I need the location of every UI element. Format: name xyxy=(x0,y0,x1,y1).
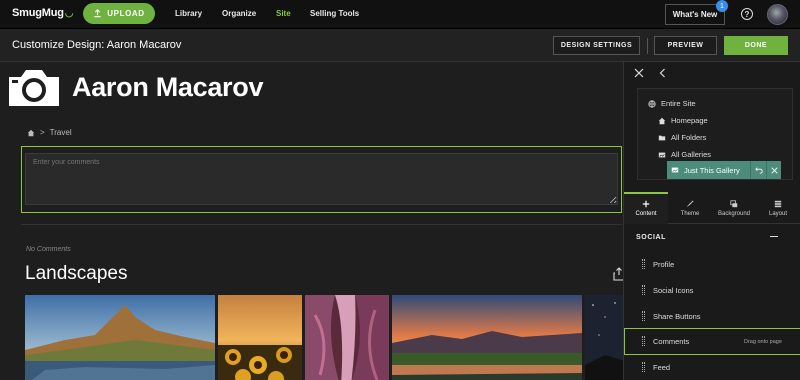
gallery-photo[interactable] xyxy=(218,295,302,380)
canyon-photo xyxy=(305,295,389,380)
customize-design-bar: Customize Design: Aaron Macarov DESIGN S… xyxy=(0,29,800,62)
done-button[interactable]: DONE xyxy=(724,36,788,55)
camera-icon xyxy=(9,70,59,106)
customize-title: Customize Design: Aaron Macarov xyxy=(12,39,182,51)
drag-handle-icon[interactable] xyxy=(642,311,645,321)
drag-handle-icon[interactable] xyxy=(642,362,645,372)
home-icon[interactable] xyxy=(27,129,35,137)
gallery-photo[interactable] xyxy=(392,295,582,380)
scope-all-folders[interactable]: All Folders xyxy=(658,133,706,142)
customize-panel: Entire Site Homepage All Folders All Gal… xyxy=(623,62,800,380)
nav-link-library[interactable]: Library xyxy=(175,9,202,18)
upload-icon xyxy=(94,9,101,18)
globe-icon xyxy=(648,99,656,108)
widget-feed[interactable]: Feed xyxy=(642,357,792,377)
tab-layout[interactable]: Layout xyxy=(756,192,800,224)
brush-icon xyxy=(686,199,694,207)
sunset-meadow-photo xyxy=(392,295,582,380)
no-comments-text: No Comments xyxy=(26,246,71,253)
breadcrumb-separator: > xyxy=(40,128,45,137)
breadcrumb-item-travel[interactable]: Travel xyxy=(50,128,72,137)
gallery-photo[interactable] xyxy=(305,295,389,380)
tab-background[interactable]: Background xyxy=(712,192,756,224)
page-preview: Aaron Macarov > Travel No Comments Lands… xyxy=(0,62,623,380)
undo-button[interactable] xyxy=(750,161,766,179)
notification-badge: 1 xyxy=(716,0,728,12)
gallery-photo[interactable] xyxy=(25,295,215,380)
active-tab-indicator xyxy=(624,192,668,194)
design-settings-button[interactable]: DESIGN SETTINGS xyxy=(553,36,640,55)
night-sky-photo xyxy=(585,295,623,380)
site-name[interactable]: Aaron Macarov xyxy=(72,72,263,103)
background-icon xyxy=(730,199,738,207)
widget-social-icons[interactable]: Social Icons xyxy=(642,280,792,300)
upload-label: UPLOAD xyxy=(107,9,145,18)
nav-link-organize[interactable]: Organize xyxy=(222,9,256,18)
plus-icon xyxy=(642,200,650,207)
smile-icon: ◡ xyxy=(64,8,74,19)
toolbar-divider xyxy=(647,38,648,54)
help-icon[interactable]: ? xyxy=(741,8,753,20)
remove-scope-button[interactable] xyxy=(766,161,781,179)
preview-button[interactable]: PREVIEW xyxy=(654,36,717,55)
tab-content[interactable]: Content xyxy=(624,192,668,224)
section-title-social[interactable]: SOCIAL xyxy=(636,234,666,241)
home-icon xyxy=(658,117,666,124)
layout-icon xyxy=(774,200,782,207)
smugmug-logo[interactable]: SmugMug◡ xyxy=(12,7,73,19)
gallery-icon xyxy=(671,167,679,173)
mountain-lake-photo xyxy=(25,295,215,380)
comment-input[interactable] xyxy=(25,153,618,205)
close-icon[interactable] xyxy=(634,68,644,78)
avatar[interactable] xyxy=(767,4,788,25)
close-icon xyxy=(770,166,778,174)
share-icon[interactable] xyxy=(613,267,623,281)
nav-link-selling-tools[interactable]: Selling Tools xyxy=(310,9,359,18)
drag-handle-icon[interactable] xyxy=(642,259,645,269)
tab-theme[interactable]: Theme xyxy=(668,192,712,224)
scope-entire-site[interactable]: Entire Site xyxy=(648,99,696,108)
panel-tabs: Content Theme Background Layout xyxy=(624,192,800,224)
folder-icon xyxy=(658,135,666,140)
drag-handle-icon[interactable] xyxy=(642,336,645,346)
sunflowers-photo xyxy=(218,295,302,380)
collapse-icon[interactable] xyxy=(770,236,778,237)
widget-profile[interactable]: Profile xyxy=(642,254,792,274)
gallery-title: Landscapes xyxy=(25,263,128,284)
back-chevron-icon[interactable] xyxy=(658,68,668,78)
scope-all-galleries[interactable]: All Galleries xyxy=(658,150,711,159)
widget-share-buttons[interactable]: Share Buttons xyxy=(642,306,792,326)
drag-handle-icon[interactable] xyxy=(642,285,645,295)
nav-link-site[interactable]: Site xyxy=(276,9,291,18)
drag-hint: Drag onto page xyxy=(744,339,782,345)
top-navigation-bar: SmugMug◡ UPLOAD Library Organize Site Se… xyxy=(0,0,800,29)
undo-icon xyxy=(754,167,763,174)
gallery-icon xyxy=(658,152,666,157)
upload-button[interactable]: UPLOAD xyxy=(83,3,155,24)
scope-homepage[interactable]: Homepage xyxy=(658,116,708,125)
breadcrumb: > Travel xyxy=(27,128,72,137)
divider xyxy=(21,224,622,225)
gallery-photo[interactable] xyxy=(585,295,623,380)
